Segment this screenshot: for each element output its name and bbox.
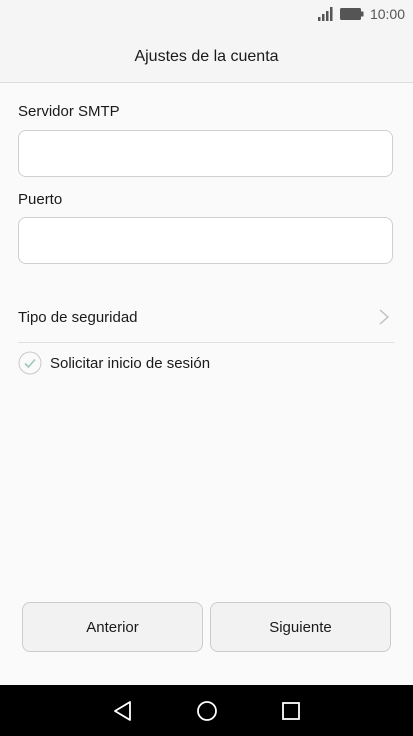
status-right: 10:00 bbox=[317, 6, 405, 22]
next-button[interactable]: Siguiente bbox=[210, 602, 391, 652]
security-type-label: Tipo de seguridad bbox=[18, 308, 138, 326]
smtp-server-label: Servidor SMTP bbox=[18, 103, 120, 120]
status-time: 10:00 bbox=[369, 6, 405, 22]
recents-icon[interactable] bbox=[279, 699, 303, 723]
chevron-right-icon bbox=[379, 309, 390, 325]
request-login-label: Solicitar inicio de sesión bbox=[50, 354, 211, 372]
signal-icon bbox=[317, 7, 333, 21]
status-bar: 10:00 bbox=[0, 0, 413, 32]
account-settings-form: Servidor SMTP Puerto Tipo de seguridad S… bbox=[0, 83, 413, 685]
header: Ajustes de la cuenta bbox=[0, 32, 413, 83]
back-icon[interactable] bbox=[111, 699, 135, 723]
checkbox-checked-icon[interactable] bbox=[18, 351, 42, 375]
request-login-row[interactable]: Solicitar inicio de sesión bbox=[18, 347, 394, 379]
port-input[interactable] bbox=[18, 217, 393, 264]
battery-icon bbox=[339, 8, 364, 20]
home-icon[interactable] bbox=[195, 699, 219, 723]
previous-button[interactable]: Anterior bbox=[22, 602, 203, 652]
page-title: Ajustes de la cuenta bbox=[134, 48, 279, 65]
smtp-server-input[interactable] bbox=[18, 130, 393, 177]
port-label: Puerto bbox=[18, 191, 63, 208]
navigation-bar bbox=[0, 685, 413, 736]
security-type-row[interactable]: Tipo de seguridad bbox=[18, 292, 394, 343]
